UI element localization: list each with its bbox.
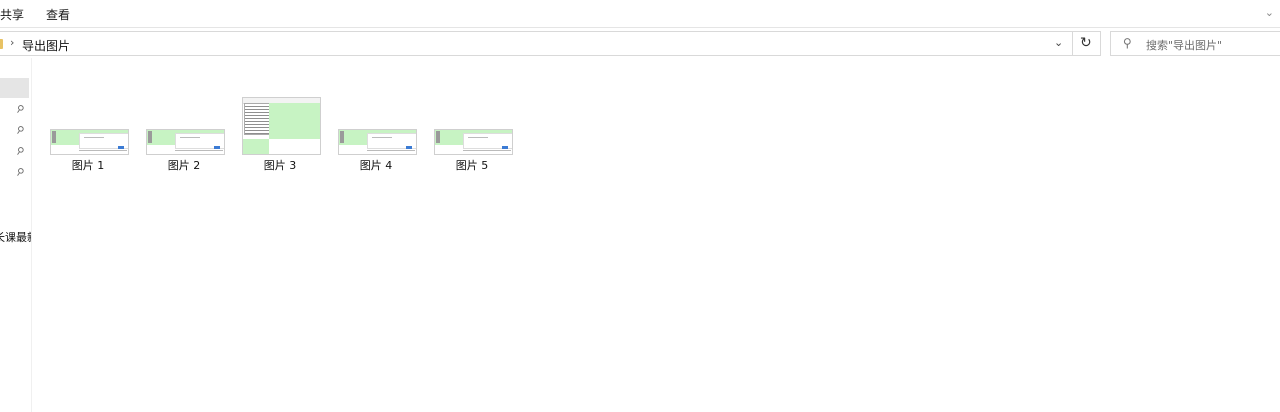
nav-selected-item[interactable] bbox=[0, 78, 29, 98]
expand-ribbon-chevron-icon[interactable]: ⌄ bbox=[1265, 6, 1274, 19]
pin-icon: ⚲ bbox=[13, 144, 26, 159]
search-icon: ⚲ bbox=[1123, 36, 1132, 50]
address-divider bbox=[1072, 32, 1073, 55]
file-item[interactable]: 图片 4 bbox=[328, 93, 424, 173]
file-name: 图片 4 bbox=[359, 159, 393, 172]
refresh-icon[interactable]: ↻ bbox=[1080, 35, 1092, 51]
file-item[interactable]: 图片 2 bbox=[136, 93, 232, 173]
breadcrumb-current[interactable]: 导出图片 bbox=[22, 37, 70, 54]
ribbon: 共享 查看 ⌄ bbox=[0, 0, 1280, 28]
pin-icon: ⚲ bbox=[13, 102, 26, 117]
file-thumbnail bbox=[146, 129, 225, 155]
search-box[interactable]: ⚲ 搜索"导出图片" bbox=[1110, 31, 1280, 56]
address-history-chevron-icon[interactable]: ⌄ bbox=[1054, 36, 1063, 49]
tab-share[interactable]: 共享 bbox=[0, 6, 24, 23]
file-thumbnail bbox=[338, 129, 417, 155]
file-name: 图片 1 bbox=[71, 159, 105, 172]
file-item[interactable]: 图片 3 bbox=[232, 93, 328, 173]
pin-icon: ⚲ bbox=[13, 165, 26, 180]
file-item[interactable]: 图片 5 bbox=[424, 93, 520, 173]
file-thumbnail bbox=[242, 97, 321, 155]
address-bar[interactable]: › 导出图片 ⌄ ↻ bbox=[0, 31, 1101, 56]
file-name: 图片 2 bbox=[167, 159, 201, 172]
nav-item-label[interactable]: 长课最新 bbox=[0, 229, 31, 245]
file-thumbnail bbox=[434, 129, 513, 155]
tab-view[interactable]: 查看 bbox=[46, 6, 70, 23]
folder-icon bbox=[0, 39, 3, 49]
navigation-pane: ⚲ ⚲ ⚲ ⚲ 长课最新 bbox=[0, 58, 32, 412]
file-name: 图片 5 bbox=[455, 159, 489, 172]
file-thumbnail bbox=[50, 129, 129, 155]
search-input[interactable]: 搜索"导出图片" bbox=[1146, 37, 1222, 53]
breadcrumb-separator-icon[interactable]: › bbox=[10, 36, 14, 49]
file-item[interactable]: 图片 1 bbox=[40, 93, 136, 173]
file-name: 图片 3 bbox=[263, 159, 297, 172]
pin-icon: ⚲ bbox=[13, 123, 26, 138]
